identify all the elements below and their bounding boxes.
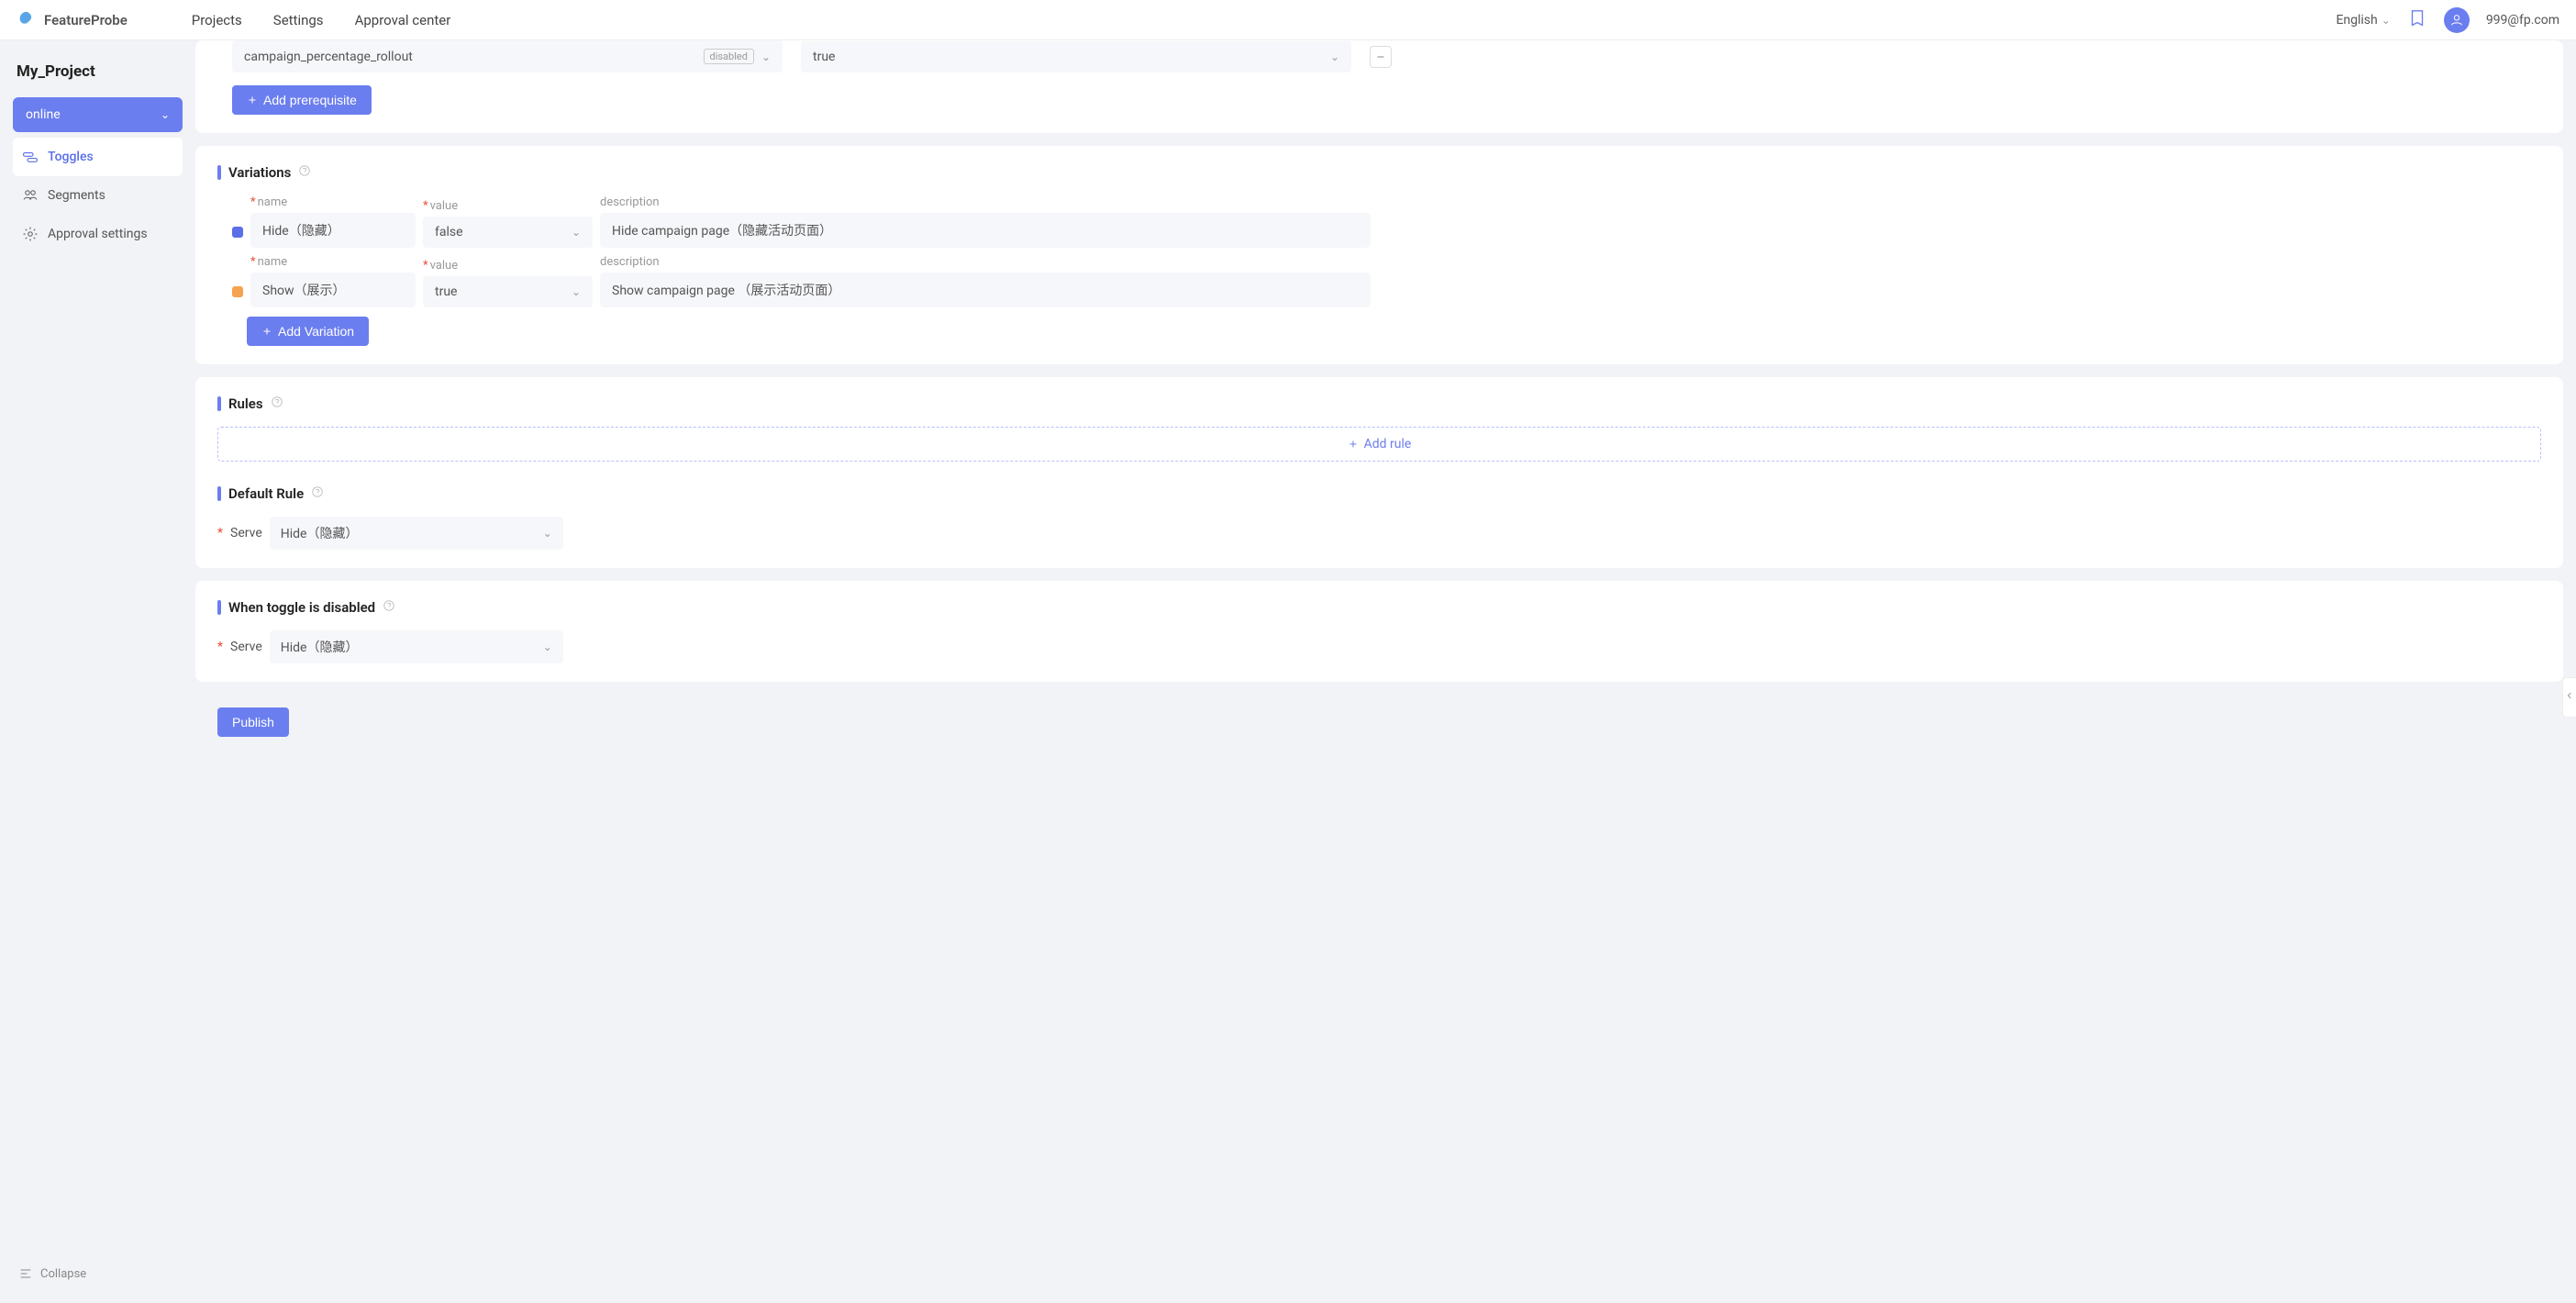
variation-value-select[interactable]: true ⌄ [423, 276, 593, 307]
user-icon [2449, 13, 2464, 28]
nav-projects[interactable]: Projects [192, 12, 242, 28]
rules-card: Rules Add rule Default Rule * Serve [195, 377, 2563, 568]
add-rule-button[interactable]: Add rule [217, 427, 2541, 462]
nav-approval-center[interactable]: Approval center [355, 12, 451, 28]
publish-label: Publish [232, 715, 274, 729]
prerequisite-toggle-select[interactable]: campaign_percentage_rollout disabled ⌄ [232, 40, 783, 72]
plus-icon [1348, 439, 1359, 450]
variation-name-input[interactable]: Show（展示） [250, 273, 416, 307]
disabled-serve-select[interactable]: Hide（隐藏） ⌄ [270, 630, 563, 663]
add-variation-button[interactable]: Add Variation [247, 317, 369, 346]
section-bar [217, 396, 221, 411]
content: campaign_percentage_rollout disabled ⌄ t… [195, 40, 2576, 1303]
section-bar [217, 486, 221, 501]
nav-settings[interactable]: Settings [273, 12, 324, 28]
field-label-description: description [600, 255, 1371, 269]
segments-icon [22, 187, 39, 204]
add-variation-label: Add Variation [278, 324, 354, 339]
field-label-name: *name [250, 255, 416, 269]
disabled-serve-value: Hide（隐藏） [281, 638, 359, 656]
avatar[interactable] [2444, 7, 2470, 33]
section-bar [217, 165, 221, 180]
gear-icon [22, 226, 39, 242]
help-icon[interactable] [311, 485, 324, 502]
variation-color-dot [232, 286, 243, 297]
help-icon[interactable] [383, 599, 395, 616]
section-title: Rules [228, 395, 263, 412]
logo-text: FeatureProbe [44, 12, 128, 28]
field-label-name: *name [250, 195, 416, 209]
plus-icon [247, 95, 258, 106]
language-selector[interactable]: English ⌄ [2336, 13, 2390, 28]
logo[interactable]: FeatureProbe [17, 10, 128, 30]
add-prerequisite-button[interactable]: Add prerequisite [232, 85, 372, 115]
field-label-description: description [600, 195, 1371, 209]
sidebar-item-segments[interactable]: Segments [13, 176, 183, 215]
sidebar-item-label: Toggles [48, 150, 94, 164]
help-icon[interactable] [271, 395, 283, 412]
sidebar-item-label: Segments [48, 188, 105, 203]
variations-card: Variations *name Hide（隐藏） *value false ⌄ [195, 146, 2563, 364]
plus-icon [261, 326, 272, 337]
serve-label: Serve [230, 526, 262, 540]
variation-row: *name Hide（隐藏） *value false ⌄ descriptio… [217, 195, 2541, 248]
add-rule-label: Add rule [1364, 437, 1412, 451]
prerequisite-value: true [813, 50, 835, 64]
variation-name-input[interactable]: Hide（隐藏） [250, 213, 416, 248]
chevron-down-icon: ⌄ [161, 108, 170, 121]
sidebar-item-toggles[interactable]: Toggles [13, 138, 183, 176]
disabled-card: When toggle is disabled * Serve Hide（隐藏）… [195, 581, 2563, 682]
collapse-button[interactable]: Collapse [18, 1266, 177, 1281]
sidebar-item-approval-settings[interactable]: Approval settings [13, 215, 183, 253]
user-email: 999@fp.com [2486, 13, 2559, 28]
variation-description-input[interactable]: Show campaign page （展示活动页面） [600, 273, 1371, 307]
environment-selector[interactable]: online ⌄ [13, 97, 183, 132]
environment-label: online [26, 107, 61, 122]
variation-description-input[interactable]: Hide campaign page（隐藏活动页面） [600, 213, 1371, 248]
language-label: English [2336, 13, 2377, 28]
section-bar [217, 600, 221, 615]
field-label-value: *value [423, 199, 593, 213]
add-prerequisite-label: Add prerequisite [263, 93, 357, 107]
chevron-down-icon: ⌄ [572, 285, 581, 298]
prerequisite-value-select[interactable]: true ⌄ [801, 41, 1351, 72]
project-title: My_Project [13, 55, 183, 84]
chevron-down-icon: ⌄ [1330, 50, 1339, 63]
docs-icon[interactable] [2407, 8, 2427, 32]
status-badge: disabled [704, 49, 754, 64]
field-label-value: *value [423, 259, 593, 273]
variation-row: *name Show（展示） *value true ⌄ description… [217, 255, 2541, 307]
logo-icon [17, 10, 37, 30]
section-title: When toggle is disabled [228, 599, 375, 616]
collapse-icon [18, 1266, 33, 1281]
chevron-down-icon: ⌄ [572, 226, 581, 239]
nav-links: Projects Settings Approval center [192, 12, 451, 28]
toggles-icon [22, 149, 39, 165]
remove-prerequisite-button[interactable] [1370, 46, 1392, 68]
header: FeatureProbe Projects Settings Approval … [0, 0, 2576, 40]
help-icon[interactable] [298, 164, 311, 181]
sidebar: My_Project online ⌄ Toggles Segments App… [0, 40, 195, 1303]
default-rule-serve-value: Hide（隐藏） [281, 524, 359, 542]
prerequisite-card: campaign_percentage_rollout disabled ⌄ t… [195, 40, 2563, 133]
chevron-down-icon: ⌄ [543, 640, 552, 653]
variation-color-dot [232, 227, 243, 238]
chevron-down-icon: ⌄ [2382, 14, 2391, 27]
chevron-down-icon: ⌄ [761, 50, 771, 63]
section-title: Default Rule [228, 485, 304, 502]
chevron-down-icon: ⌄ [543, 527, 552, 540]
publish-row: Publish [195, 695, 2563, 750]
chevron-left-icon [2565, 689, 2574, 702]
prerequisite-toggle-value: campaign_percentage_rollout [244, 50, 413, 64]
side-panel-handle[interactable] [2562, 677, 2576, 718]
publish-button[interactable]: Publish [217, 707, 289, 737]
section-title: Variations [228, 164, 291, 181]
default-rule-serve-select[interactable]: Hide（隐藏） ⌄ [270, 517, 563, 550]
variation-value-select[interactable]: false ⌄ [423, 217, 593, 248]
collapse-label: Collapse [40, 1267, 86, 1281]
sidebar-item-label: Approval settings [48, 227, 148, 241]
serve-label: Serve [230, 640, 262, 654]
minus-icon [1375, 51, 1386, 62]
